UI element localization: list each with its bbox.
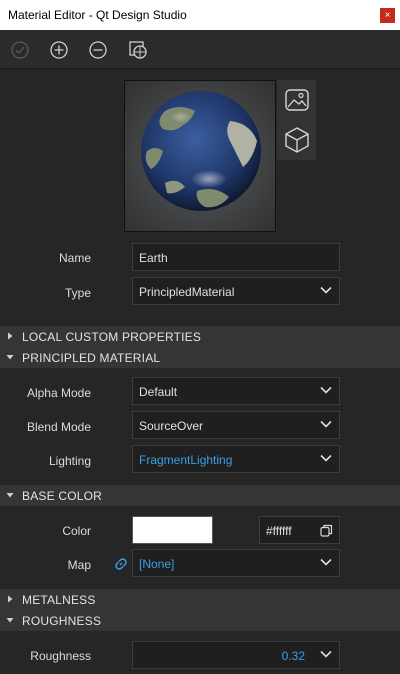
- map-select[interactable]: [None]: [132, 549, 340, 577]
- name-input[interactable]: Earth: [132, 243, 340, 271]
- title-bar: Material Editor - Qt Design Studio ×: [0, 0, 400, 30]
- check-circle-icon: [11, 41, 29, 59]
- caret-down-icon: [6, 616, 14, 624]
- environment-button[interactable]: [280, 83, 314, 117]
- color-hex-value: #ffffff: [266, 524, 292, 538]
- color-hex-input[interactable]: #ffffff: [259, 516, 340, 544]
- alpha-mode-select[interactable]: Default: [132, 377, 340, 405]
- blend-mode-label: Blend Mode: [26, 420, 91, 434]
- chevron-down-icon: [319, 283, 333, 297]
- close-button[interactable]: ×: [380, 8, 395, 23]
- section-title: LOCAL CUSTOM PROPERTIES: [22, 330, 202, 344]
- color-swatch[interactable]: [132, 516, 213, 544]
- image-icon: [285, 89, 309, 111]
- section-principled-material[interactable]: PRINCIPLED MATERIAL: [0, 347, 400, 368]
- type-select[interactable]: PrincipledMaterial: [132, 277, 340, 305]
- chevron-down-icon: [319, 451, 333, 465]
- lighting-value: FragmentLighting: [139, 453, 233, 467]
- name-label: Name: [58, 251, 91, 265]
- section-roughness[interactable]: ROUGHNESS: [0, 610, 400, 631]
- roughness-label: Roughness: [30, 649, 91, 663]
- chevron-down-icon: [319, 555, 333, 569]
- caret-down-icon: [6, 491, 14, 499]
- section-title: BASE COLOR: [22, 489, 103, 503]
- roughness-spinbox[interactable]: 0.32: [132, 641, 340, 669]
- alpha-mode-value: Default: [139, 385, 178, 399]
- plus-circle-icon: [50, 41, 68, 59]
- model-button[interactable]: [280, 123, 314, 157]
- material-browser-button[interactable]: [128, 40, 148, 60]
- preview-side-toolbar: [277, 80, 316, 160]
- alpha-mode-label: Alpha Mode: [26, 386, 91, 400]
- section-base-color[interactable]: BASE COLOR: [0, 485, 400, 506]
- caret-right-icon: [6, 595, 14, 603]
- earth-sphere-preview: [125, 81, 275, 231]
- lighting-select[interactable]: FragmentLighting: [132, 445, 340, 473]
- map-value: [None]: [139, 557, 175, 571]
- window-title: Material Editor - Qt Design Studio: [8, 8, 187, 22]
- type-label: Type: [64, 286, 91, 300]
- chevron-down-icon: [319, 647, 333, 661]
- material-preview: [124, 80, 276, 232]
- section-title: ROUGHNESS: [22, 614, 102, 628]
- copy-icon[interactable]: [320, 524, 333, 537]
- caret-down-icon: [6, 353, 14, 361]
- caret-right-icon: [6, 332, 14, 340]
- minus-circle-icon: [89, 41, 107, 59]
- section-local-custom-properties[interactable]: LOCAL CUSTOM PROPERTIES: [0, 326, 400, 347]
- add-material-button[interactable]: [49, 40, 69, 60]
- chevron-down-icon: [319, 417, 333, 431]
- type-value: PrincipledMaterial: [139, 285, 235, 299]
- color-label: Color: [62, 524, 91, 538]
- section-title: METALNESS: [22, 593, 96, 607]
- lighting-label: Lighting: [48, 454, 91, 468]
- remove-material-button[interactable]: [88, 40, 108, 60]
- blend-mode-value: SourceOver: [139, 419, 204, 433]
- blend-mode-select[interactable]: SourceOver: [132, 411, 340, 439]
- link-icon[interactable]: [114, 557, 128, 571]
- map-label: Map: [67, 558, 91, 572]
- chevron-down-icon: [319, 383, 333, 397]
- cube-icon: [285, 127, 309, 153]
- roughness-value: 0.32: [281, 649, 305, 663]
- section-metalness[interactable]: METALNESS: [0, 589, 400, 610]
- section-title: PRINCIPLED MATERIAL: [22, 351, 161, 365]
- toolbar: [0, 30, 400, 69]
- apply-check-icon[interactable]: [10, 40, 30, 60]
- material-browser-icon: [129, 41, 147, 59]
